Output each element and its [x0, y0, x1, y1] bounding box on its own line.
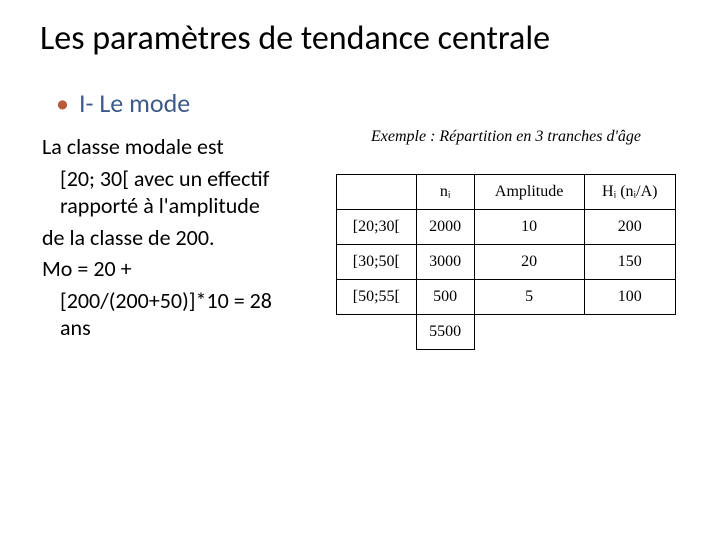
table-row: [30;50[ 3000 20 150	[337, 245, 676, 280]
cell: 3000	[416, 245, 474, 280]
cell: 20	[474, 245, 584, 280]
cell: [30;50[	[337, 245, 417, 280]
cell: 5	[474, 280, 584, 315]
bullet-text: I- Le mode	[79, 87, 190, 119]
cell: 200	[584, 210, 675, 245]
body-line: Mo = 20 +	[42, 255, 300, 283]
table-row: [50;55[ 500 5 100	[337, 280, 676, 315]
right-column: Exemple : Répartition en 3 tranches d'âg…	[336, 128, 676, 350]
header-cell	[337, 175, 417, 210]
table-row: [20;30[ 2000 10 200	[337, 210, 676, 245]
slide-title: Les paramètres de tendance centrale	[0, 0, 720, 59]
bullet-item: • I- Le mode	[0, 59, 720, 119]
cell: [20;30[	[337, 210, 417, 245]
header-cell: nᵢ	[416, 175, 474, 210]
cell	[337, 315, 417, 350]
cell	[474, 315, 584, 350]
bullet-dot: •	[56, 87, 69, 119]
cell: 150	[584, 245, 675, 280]
body-line: [200/(200+50)]*10 = 28 ans	[42, 287, 300, 342]
cell: 500	[416, 280, 474, 315]
cell: [50;55[	[337, 280, 417, 315]
body-line: [20; 30[ avec un effectif rapporté à l'a…	[42, 165, 300, 220]
cell: 100	[584, 280, 675, 315]
header-cell: Amplitude	[474, 175, 584, 210]
cell: 2000	[416, 210, 474, 245]
cell	[584, 315, 675, 350]
body-line: de la classe de 200.	[42, 224, 300, 252]
body-text-block: La classe modale est [20; 30[ avec un ef…	[0, 119, 300, 342]
cell-total: 5500	[416, 315, 474, 350]
header-cell: Hᵢ (nᵢ/A)	[584, 175, 675, 210]
table-total-row: 5500	[337, 315, 676, 350]
data-table: nᵢ Amplitude Hᵢ (nᵢ/A) [20;30[ 2000 10 2…	[336, 174, 676, 350]
table-header-row: nᵢ Amplitude Hᵢ (nᵢ/A)	[337, 175, 676, 210]
cell: 10	[474, 210, 584, 245]
body-line: La classe modale est	[42, 133, 300, 161]
table-caption: Exemple : Répartition en 3 tranches d'âg…	[336, 128, 676, 146]
